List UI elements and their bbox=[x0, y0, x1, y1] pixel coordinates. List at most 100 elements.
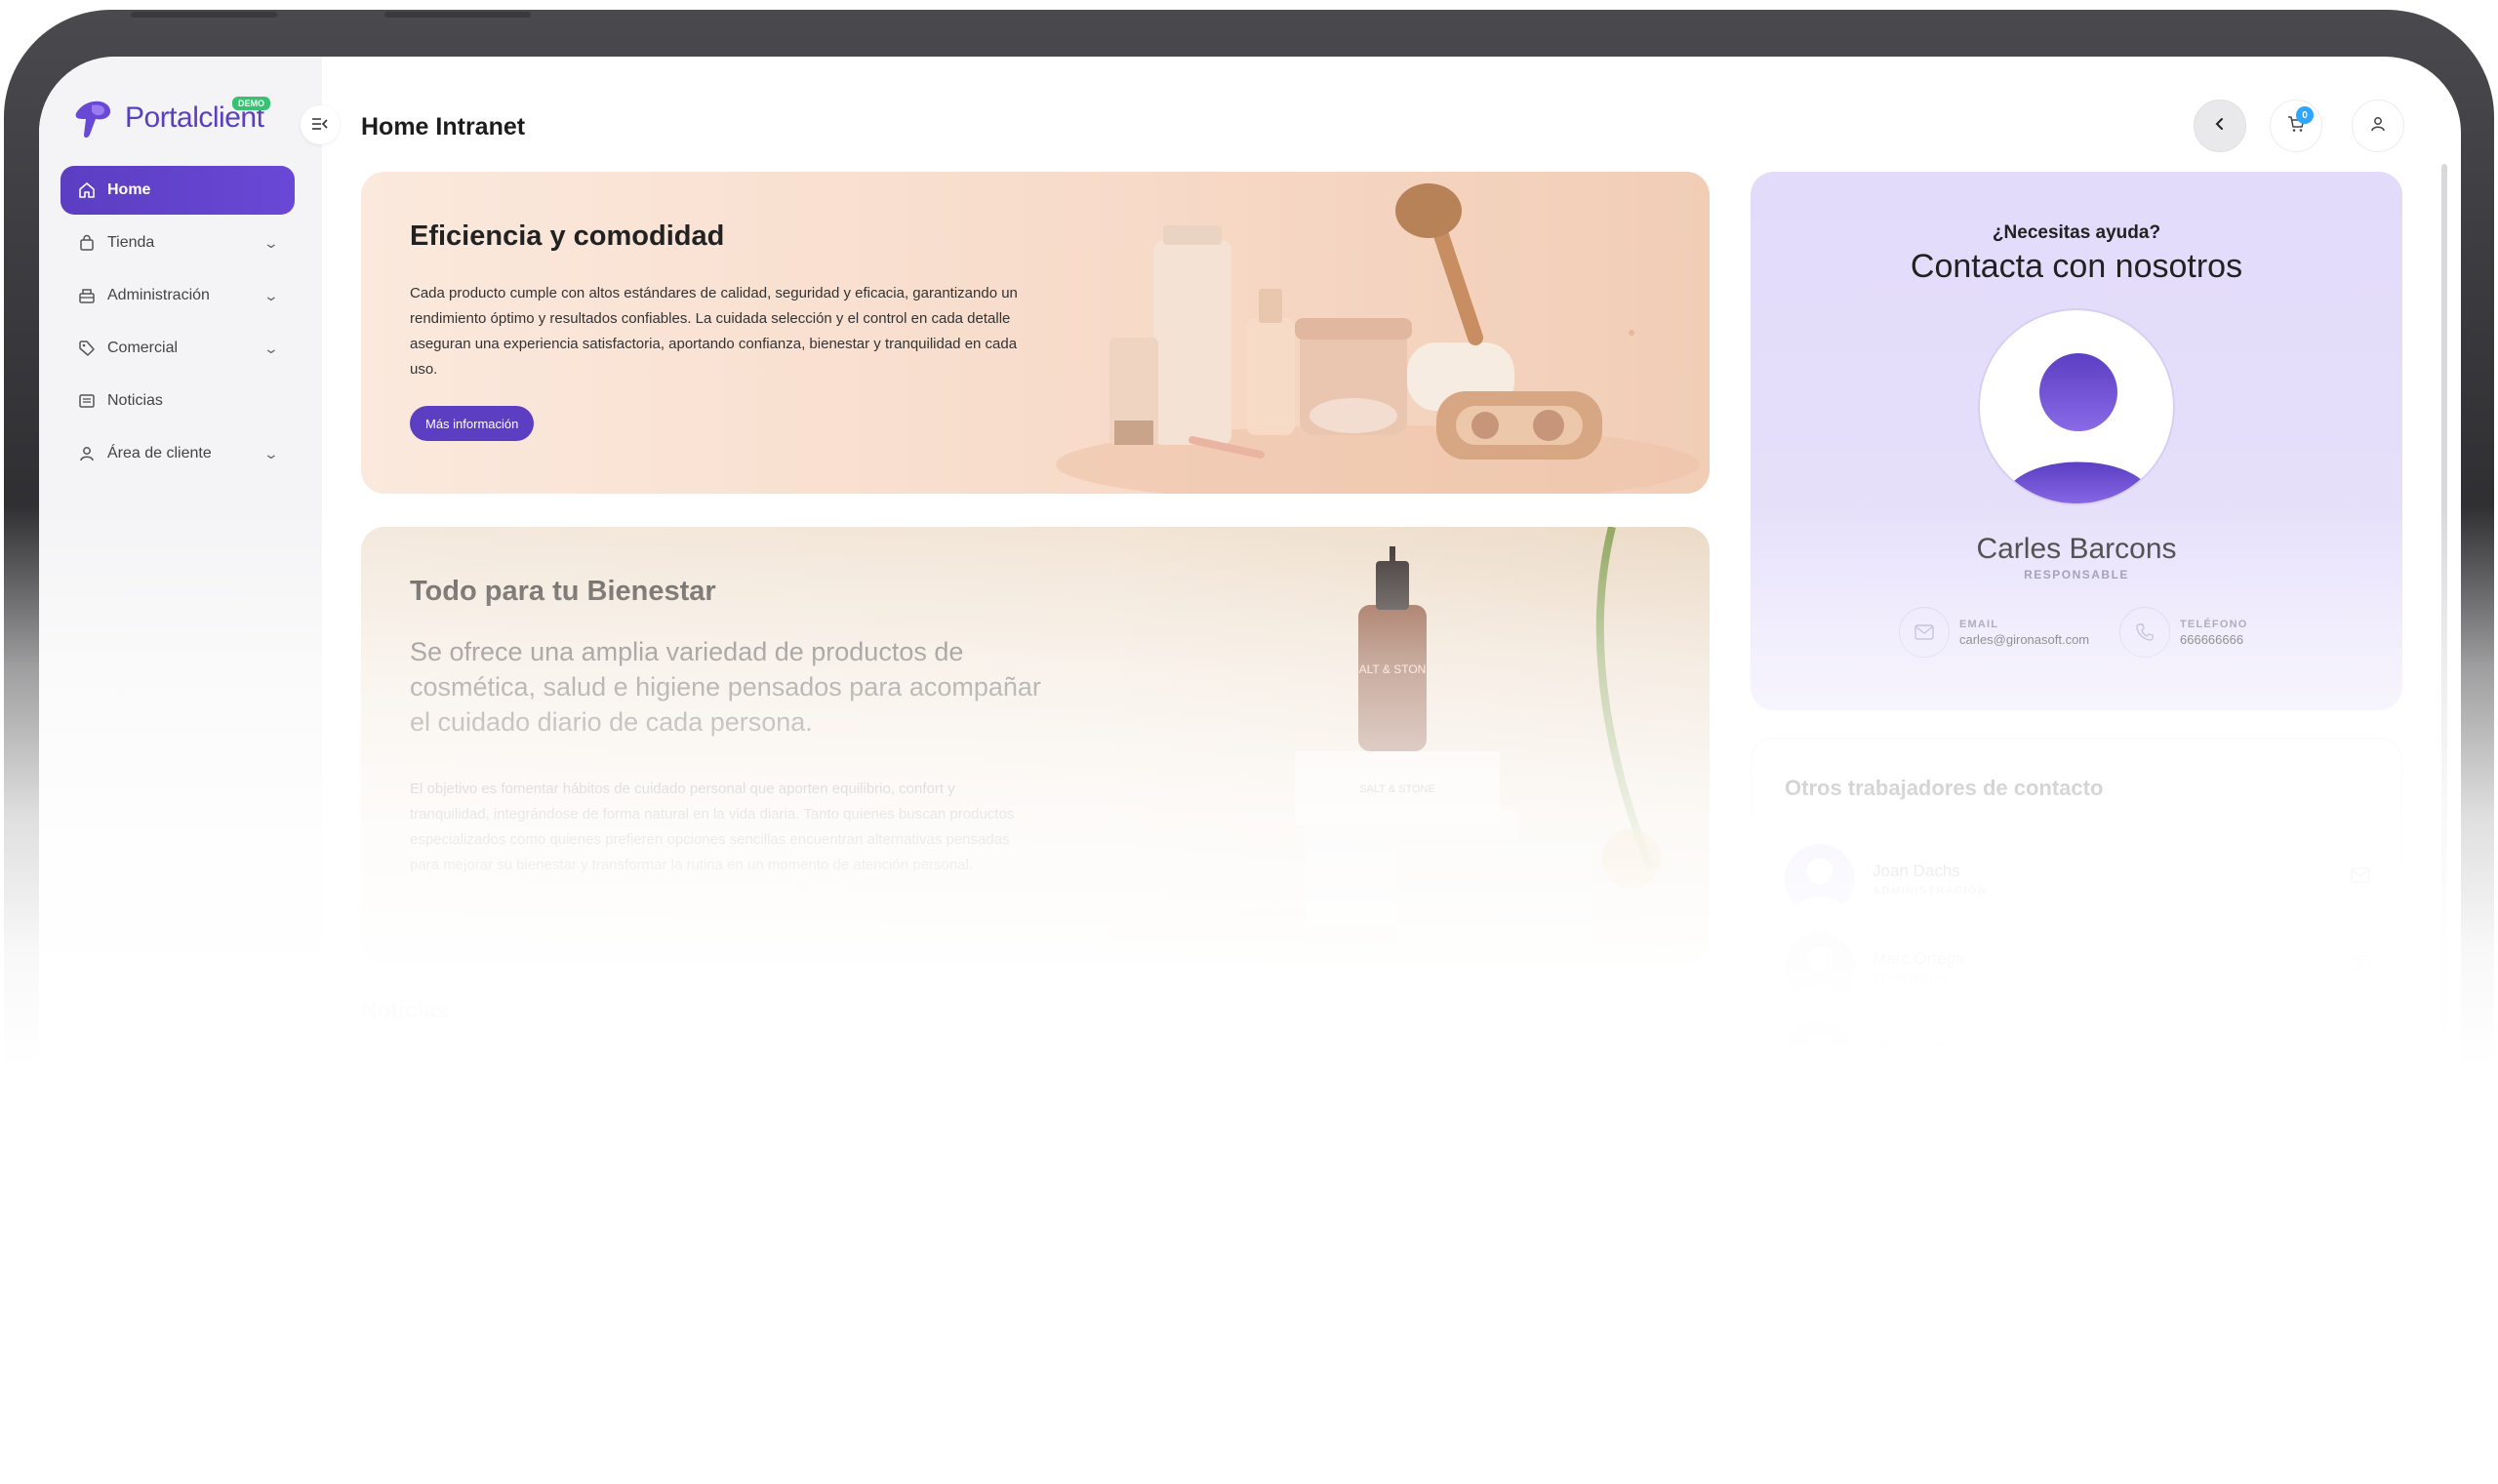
cosmetics-products-illustration bbox=[1056, 183, 1700, 494]
contact-name: Carles Barcons bbox=[1976, 533, 2177, 565]
sidebar-item-label: Administración bbox=[107, 287, 210, 303]
list-item[interactable]: Mireia Albó REPARTIDOR bbox=[1785, 1016, 2370, 1094]
sidebar-item-noticias[interactable]: Noticias bbox=[60, 377, 295, 425]
sidebar-item-administracion[interactable]: Administración ⌄ bbox=[60, 271, 295, 320]
mail-icon[interactable] bbox=[2351, 867, 2370, 888]
home-icon bbox=[78, 181, 96, 199]
avatar bbox=[1785, 932, 1855, 1002]
sidebar-item-comercial[interactable]: Comercial ⌄ bbox=[60, 324, 295, 373]
device-frame: Portalclient DEMO Home Tienda ⌄ Administ… bbox=[4, 10, 2494, 1454]
avatar bbox=[1785, 844, 1855, 914]
contact-name: Mireia Albó bbox=[1873, 1037, 1955, 1056]
sidebar-item-label: Comercial bbox=[107, 340, 179, 356]
sidebar-nav: Home Tienda ⌄ Administración ⌄ Comercial… bbox=[60, 166, 295, 482]
banner-text: El objetivo es fomentar hábitos de cuida… bbox=[410, 781, 1015, 873]
device-button bbox=[131, 12, 277, 18]
contact-email[interactable]: EMAIL carles@gironasoft.com bbox=[1899, 607, 2089, 658]
sidebar-item-label: Noticias bbox=[107, 392, 163, 409]
sidebar: Portalclient DEMO Home Tienda ⌄ Administ… bbox=[39, 57, 322, 1442]
device-button bbox=[384, 12, 531, 18]
mail-icon[interactable] bbox=[2351, 955, 2370, 976]
news-card[interactable] bbox=[396, 1091, 806, 1307]
contact-name: Joan Dachs bbox=[1873, 862, 1960, 880]
chevron-down-icon[interactable]: ⌄ bbox=[263, 446, 279, 462]
contact-title: Contacta con nosotros bbox=[1910, 248, 2243, 285]
avatar bbox=[1785, 1107, 1855, 1178]
list-item[interactable]: Bernat Bosch ALMACÉN bbox=[1785, 1103, 2370, 1182]
news-image bbox=[948, 1120, 1048, 1286]
news-section-title: Noticias bbox=[361, 997, 449, 1023]
phone-value[interactable]: 666666666 bbox=[2180, 632, 2248, 647]
mail-icon bbox=[1899, 607, 1950, 658]
email-label: EMAIL bbox=[1959, 618, 1999, 630]
sidebar-item-home[interactable]: Home bbox=[60, 166, 295, 215]
collapse-menu-icon bbox=[311, 115, 329, 136]
avatar bbox=[1978, 308, 2175, 505]
news-image bbox=[455, 1110, 786, 1286]
news-card[interactable] bbox=[831, 1091, 1241, 1307]
more-info-button[interactable]: Más información bbox=[410, 406, 535, 441]
contact-role: ALMACÉN bbox=[1873, 1148, 1937, 1160]
newspaper-icon bbox=[78, 392, 96, 410]
bag-icon bbox=[78, 234, 96, 252]
avatar bbox=[1785, 1020, 1855, 1090]
contact-phone[interactable]: TELÉFONO 666666666 bbox=[2119, 607, 2248, 658]
email-value[interactable]: carles@gironasoft.com bbox=[1959, 632, 2089, 647]
cart-button[interactable]: 0 bbox=[2270, 100, 2322, 152]
person-avatar-icon bbox=[2001, 353, 2156, 503]
help-question: ¿Necesitas ayuda? bbox=[1992, 222, 2161, 243]
cash-register-icon bbox=[78, 287, 96, 304]
contact-role: ADMINISTRACIÓN bbox=[1873, 885, 1988, 897]
chevron-down-icon[interactable]: ⌄ bbox=[263, 288, 279, 304]
contact-role: REPARTIDOR bbox=[1873, 1061, 1957, 1072]
box-label: SALT & STONE bbox=[1359, 783, 1435, 795]
list-item[interactable]: Joan Dachs ADMINISTRACIÓN bbox=[1785, 840, 2370, 918]
collapse-sidebar-button[interactable] bbox=[301, 105, 340, 144]
user-profile-button[interactable] bbox=[2352, 100, 2404, 152]
person-avatar-icon bbox=[1794, 1122, 1845, 1178]
chevron-left-icon bbox=[2213, 117, 2227, 136]
list-item[interactable]: Marc Ortega COMERCIAL bbox=[1785, 928, 2370, 1006]
promo-banner-eficiencia: Eficiencia y comodidad Cada producto cum… bbox=[361, 172, 1710, 494]
vertical-scrollbar[interactable] bbox=[2441, 164, 2447, 1140]
contact-name: Bernat Bosch bbox=[1873, 1125, 1973, 1143]
banner-text: Cada producto cumple con altos estándare… bbox=[410, 285, 1018, 378]
person-avatar-icon bbox=[1794, 859, 1845, 914]
cart-count-badge: 0 bbox=[2296, 106, 2314, 124]
portalclient-logo-icon bbox=[70, 96, 115, 140]
other-contacts-title: Otros trabajadores de contacto bbox=[1785, 776, 2104, 800]
contact-name: Marc Ortega bbox=[1873, 949, 1965, 968]
phone-icon bbox=[2119, 607, 2170, 658]
page-title: Home Intranet bbox=[361, 113, 526, 140]
person-avatar-icon bbox=[1794, 1034, 1845, 1090]
contact-role: COMERCIAL bbox=[1873, 973, 1952, 984]
contact-role: RESPONSABLE bbox=[2024, 568, 2129, 582]
banner-title: Eficiencia y comodidad bbox=[410, 221, 725, 252]
promo-banner-bienestar: SALT & STONE SALT & STONE Todo para tu B… bbox=[361, 527, 1710, 964]
sidebar-item-label: Área de cliente bbox=[107, 445, 212, 461]
bottle-label: SALT & STONE bbox=[1351, 662, 1434, 676]
banner-title: Todo para tu Bienestar bbox=[410, 576, 716, 607]
skincare-bottle-illustration: SALT & STONE SALT & STONE bbox=[1105, 527, 1690, 964]
sidebar-item-area-de-cliente[interactable]: Área de cliente ⌄ bbox=[60, 429, 295, 478]
sidebar-item-label: Home bbox=[107, 181, 151, 198]
chevron-down-icon[interactable]: ⌄ bbox=[263, 235, 279, 252]
user-icon bbox=[78, 445, 96, 462]
news-image bbox=[1393, 1110, 1569, 1307]
sidebar-item-label: Tienda bbox=[107, 234, 155, 251]
news-card[interactable] bbox=[1267, 1091, 1676, 1307]
demo-badge: DEMO bbox=[232, 97, 270, 110]
banner-lead: Se ofrece una amplia variedad de product… bbox=[410, 637, 1041, 737]
user-icon bbox=[2369, 115, 2387, 138]
sidebar-item-tienda[interactable]: Tienda ⌄ bbox=[60, 219, 295, 267]
mail-icon[interactable] bbox=[2351, 1131, 2370, 1151]
tag-icon bbox=[78, 340, 96, 357]
person-avatar-icon bbox=[1794, 946, 1845, 1002]
other-contacts-panel: Otros trabajadores de contacto Joan Dach… bbox=[1751, 738, 2402, 1264]
back-button[interactable] bbox=[2194, 100, 2246, 152]
phone-label: TELÉFONO bbox=[2180, 618, 2248, 630]
contact-card: ¿Necesitas ayuda? Contacta con nosotros … bbox=[1751, 172, 2402, 710]
app-screen: Portalclient DEMO Home Tienda ⌄ Administ… bbox=[39, 57, 2461, 1442]
chevron-down-icon[interactable]: ⌄ bbox=[263, 341, 279, 357]
mail-icon[interactable] bbox=[2351, 1043, 2370, 1063]
